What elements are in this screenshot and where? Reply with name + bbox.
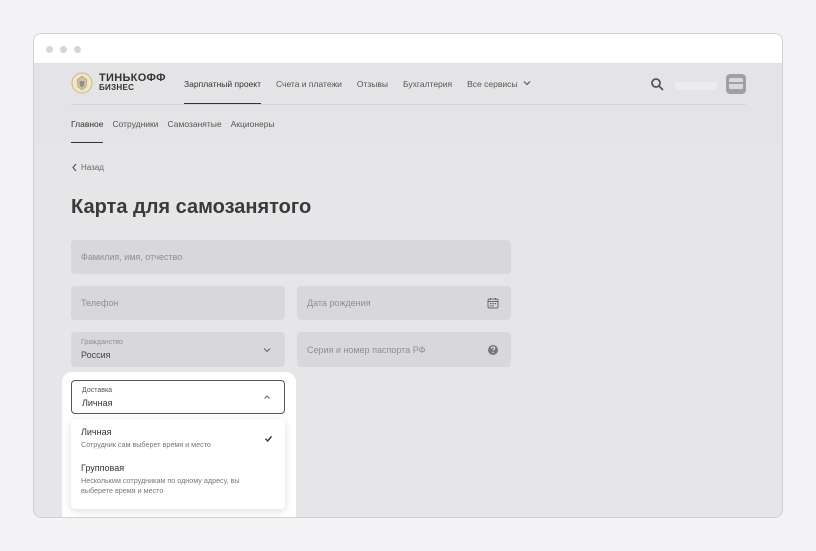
check-icon: [265, 435, 273, 443]
sub-navigation: Главное Сотрудники Самозанятые Акционеры: [71, 105, 284, 143]
brand-emblem-icon: [71, 72, 93, 94]
chevron-up-icon: [264, 395, 270, 399]
delivery-option-personal[interactable]: Личная Сотрудник сам выберет время и мес…: [81, 427, 277, 450]
chevron-down-icon: [263, 347, 271, 352]
birthdate-placeholder: Дата рождения: [307, 298, 371, 308]
tab-employees[interactable]: Сотрудники: [112, 105, 158, 143]
search-icon[interactable]: [650, 77, 664, 91]
back-link-label: Назад: [81, 163, 104, 172]
browser-window: ТИНЬКОФФ БИЗНЕС Зарплатный проект Счета …: [33, 33, 783, 518]
delivery-option-group[interactable]: Групповая Нескольким сотрудникам по одно…: [81, 463, 277, 496]
citizenship-value: Россия: [81, 350, 111, 360]
topnav-item-salary[interactable]: Зарплатный проект: [184, 64, 261, 104]
option-title: Личная: [81, 427, 112, 437]
avatar[interactable]: [726, 74, 746, 94]
topnav-item-label: Зарплатный проект: [184, 79, 261, 89]
brand-name: ТИНЬКОФФ: [99, 72, 166, 84]
citizenship-label: Гражданство: [81, 339, 123, 346]
back-link[interactable]: Назад: [71, 163, 104, 172]
topnav-item-reviews[interactable]: Отзывы: [357, 64, 388, 104]
delivery-dropdown: Личная Сотрудник сам выберет время и мес…: [71, 419, 285, 509]
user-name-placeholder[interactable]: [675, 82, 717, 90]
tab-shareholders[interactable]: Акционеры: [231, 105, 275, 143]
app-header: ТИНЬКОФФ БИЗНЕС Зарплатный проект Счета …: [34, 64, 782, 104]
topnav-item-accounts[interactable]: Счета и платежи: [276, 64, 342, 104]
brand-logo[interactable]: ТИНЬКОФФ БИЗНЕС: [71, 72, 166, 94]
topnav-item-accounting[interactable]: Бухгалтерия: [403, 64, 452, 104]
phone-field[interactable]: Телефон: [71, 286, 285, 320]
brand-subtitle: БИЗНЕС: [99, 83, 135, 92]
fio-field[interactable]: Фамилия, имя, отчество: [71, 240, 511, 274]
delivery-label: Доставка: [82, 387, 113, 394]
chevron-down-icon: [523, 81, 531, 86]
citizenship-select[interactable]: Гражданство Россия: [71, 332, 285, 367]
topnav-item-label: Отзывы: [356, 79, 389, 89]
passport-placeholder: Серия и номер паспорта РФ: [307, 344, 426, 355]
tab-label: Акционеры: [230, 119, 275, 129]
calendar-icon[interactable]: [487, 297, 499, 309]
main-content: Назад Карта для самозанятого Фамилия, им…: [34, 143, 782, 517]
birthdate-field[interactable]: Дата рождения: [297, 286, 511, 320]
option-description: Сотрудник сам выберет время и место: [81, 440, 211, 449]
tab-label: Главное: [71, 119, 104, 129]
passport-field[interactable]: Серия и номер паспорта РФ: [297, 332, 511, 367]
topnav-item-label: Бухгалтерия: [403, 79, 453, 89]
page-title: Карта для самозанятого: [71, 196, 312, 218]
topnav-item-label: Все сервисы: [467, 79, 518, 89]
tab-label: Самозанятые: [167, 119, 222, 129]
help-icon[interactable]: [487, 344, 499, 356]
topnav-item-label: Счета и платежи: [276, 79, 342, 89]
window-dot[interactable]: [46, 46, 53, 53]
option-description: Нескольким сотрудникам по одному адресу,…: [81, 476, 240, 495]
window-dot[interactable]: [60, 46, 67, 53]
topnav-item-all-services[interactable]: Все сервисы: [467, 64, 531, 104]
chevron-left-icon: [72, 163, 77, 172]
option-title: Групповая: [81, 463, 125, 473]
fio-placeholder: Фамилия, имя, отчество: [81, 252, 183, 262]
phone-placeholder: Телефон: [81, 298, 119, 308]
delivery-select[interactable]: Доставка Личная: [71, 380, 285, 414]
window-dot[interactable]: [74, 46, 81, 53]
tab-main[interactable]: Главное: [71, 105, 104, 143]
window-titlebar: [34, 34, 782, 64]
top-navigation: Зарплатный проект Счета и платежи Отзывы…: [184, 64, 546, 104]
delivery-value: Личная: [82, 398, 113, 408]
tab-self-employed[interactable]: Самозанятые: [168, 105, 222, 143]
tab-label: Сотрудники: [112, 119, 159, 129]
